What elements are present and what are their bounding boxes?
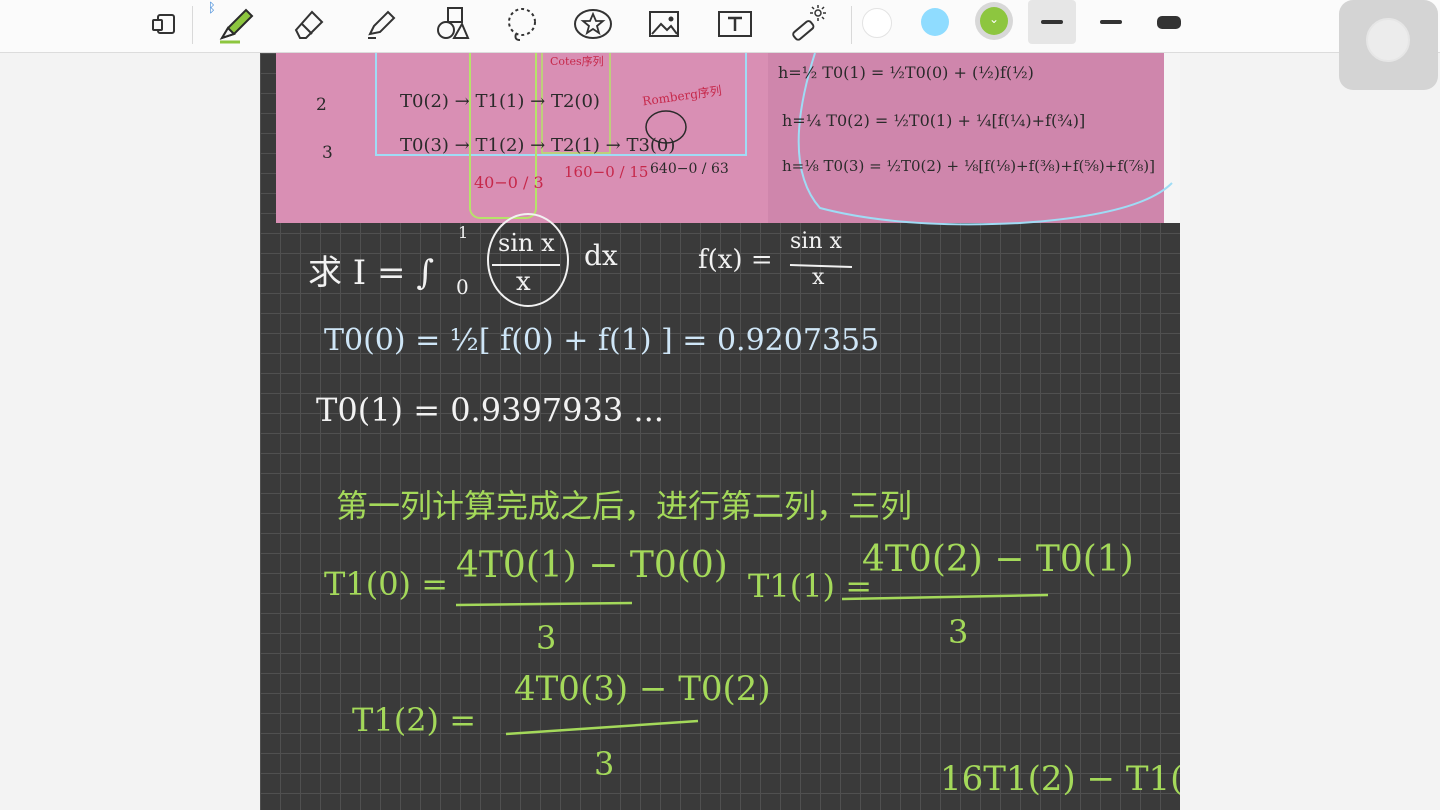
stroke-width-marker[interactable] [1145, 0, 1193, 44]
column-note: 第一列计算完成之后，进行第二列，三列 [336, 487, 913, 525]
color-swatch-white[interactable] [862, 8, 892, 38]
chevron-down-icon: ⌄ [989, 12, 1000, 26]
toolbar-divider [851, 6, 852, 44]
eq-t12-denominator: 3 [594, 745, 615, 783]
notebook-page[interactable]: 2 3 T0(2) → T1(1) → T2(0) T0(3) → T1(2) … [260, 53, 1180, 810]
highlighter-icon [368, 10, 396, 39]
highlighter-button[interactable] [356, 2, 404, 46]
shapes-button[interactable] [428, 2, 476, 46]
stroke-width-medium[interactable] [1087, 0, 1135, 44]
bluetooth-icon: ᛒ [208, 0, 216, 15]
eq-t12-numerator: 4T0(3) − T0(2) [514, 669, 771, 709]
image-button[interactable] [640, 2, 688, 46]
lasso-button[interactable] [498, 2, 546, 46]
assistive-touch-button[interactable] [1339, 0, 1438, 90]
sticker-button[interactable] [569, 2, 617, 46]
toolbar: ᛒ ⌄ [0, 0, 1440, 53]
eq-t11-denominator: 3 [948, 613, 969, 651]
eraser-button[interactable] [284, 2, 332, 46]
pages-icon[interactable] [140, 2, 188, 46]
image-icon [649, 11, 679, 37]
toolbar-divider [192, 6, 193, 44]
color-swatch-green[interactable]: ⌄ [980, 7, 1008, 35]
laser-pointer-icon [792, 5, 826, 41]
stroke-width-thick[interactable] [1028, 0, 1076, 44]
pen-icon [219, 8, 254, 44]
sticker-icon [574, 9, 612, 39]
eq-t11-numerator: 4T0(2) − T0(1) [862, 539, 1134, 580]
t01-line: T0(1) = 0.9397933 ... [316, 391, 664, 429]
eq-next-partial: 16T1(2) − T1(1) [940, 759, 1180, 799]
t00-line: T0(0) = ½[ f(0) + f(1) ] = 0.9207355 [324, 323, 880, 358]
shapes-icon [437, 7, 470, 39]
laser-pointer-button[interactable] [784, 2, 832, 46]
eq-t10-denominator: 3 [536, 619, 557, 657]
eq-t11-lhs: T1(1) = [748, 567, 873, 605]
text-icon [718, 11, 752, 37]
lasso-icon [508, 8, 536, 41]
eq-t12-lhs: T1(2) = [352, 701, 477, 739]
eq-t10-numerator: 4T0(1) − T0(0) [456, 545, 728, 586]
text-button[interactable] [711, 2, 759, 46]
eraser-icon [294, 10, 324, 39]
assistive-touch-icon [1366, 18, 1410, 62]
pen-button[interactable] [212, 2, 260, 46]
color-swatch-blue[interactable] [921, 8, 949, 36]
eq-t10-lhs: T1(0) = [324, 565, 449, 603]
